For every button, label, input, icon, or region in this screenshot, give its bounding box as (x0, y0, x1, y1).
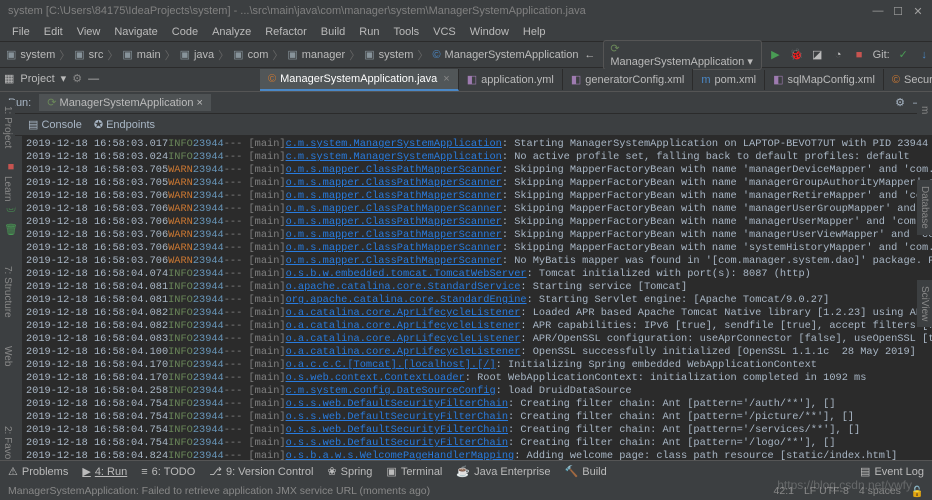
bottom-todo[interactable]: ≡ 6: TODO (141, 466, 195, 478)
menu-refactor[interactable]: Refactor (259, 24, 313, 40)
menu-file[interactable]: File (6, 24, 36, 40)
console-tab[interactable]: Console (41, 119, 81, 131)
bottom-vcs[interactable]: ⎇ 9: Version Control (209, 465, 313, 478)
side-structure[interactable]: 7: Structure (0, 260, 15, 324)
close-tab-icon[interactable]: × (443, 73, 449, 85)
tab-application-yml[interactable]: ◧application.yml (459, 69, 563, 90)
side-maven[interactable]: m (917, 100, 932, 120)
coverage-icon[interactable]: ◪ (810, 47, 825, 63)
bottom-run[interactable]: ▶ 4: Run (82, 465, 127, 478)
console-area: ↻ ■ ⤓ ⎙ 🗑 2019-12-18 16:58:03.017 INFO 2… (0, 136, 932, 466)
menu-run[interactable]: Run (353, 24, 385, 40)
git-commit-icon[interactable]: ✓ (896, 47, 911, 63)
menu-navigate[interactable]: Navigate (108, 24, 163, 40)
bottom-problems[interactable]: ⚠ Problems (8, 465, 68, 478)
folder-icon: ▣ (6, 48, 16, 61)
tab-manager-app[interactable]: ©ManagerSystemApplication.java× (260, 69, 459, 91)
bottom-build[interactable]: 🔨 Build (565, 465, 607, 478)
menu-tools[interactable]: Tools (387, 24, 425, 40)
tab-pom[interactable]: mpom.xml (693, 70, 765, 90)
git-pull-icon[interactable]: ↓ (917, 47, 932, 63)
gear-icon[interactable]: ⚙ (895, 96, 905, 109)
menu-window[interactable]: Window (464, 24, 515, 40)
side-database[interactable]: Database (917, 180, 932, 235)
menu-analyze[interactable]: Analyze (206, 24, 257, 40)
menu-vcs[interactable]: VCS (427, 24, 462, 40)
project-tool-label[interactable]: ▦Project▾ ⚙ — (4, 72, 99, 85)
gear-icon[interactable]: ⚙ (72, 72, 82, 85)
git-label: Git: (873, 49, 890, 61)
side-project[interactable]: 1: Project (0, 100, 15, 154)
run-tool-header: Run: ⟳ ManagerSystemApplication × ⚙ — (0, 92, 932, 114)
profile-icon[interactable]: ◔ (831, 47, 846, 63)
side-sciview[interactable]: SciView (917, 280, 932, 327)
breadcrumb[interactable]: ▣ system〉 ▣src〉 ▣main〉 ▣java〉 ▣com〉 ▣man… (6, 47, 578, 63)
bottom-spring[interactable]: ❀ Spring (327, 465, 372, 478)
run-sub-tabs: ▤ Console ✪ Endpoints (0, 114, 932, 136)
maximize-icon[interactable]: ☐ (892, 5, 904, 17)
status-message: ManagerSystemApplication: Failed to retr… (8, 485, 430, 497)
bottom-terminal[interactable]: ▣ Terminal (386, 465, 442, 478)
editor-tabs: ©ManagerSystemApplication.java× ◧applica… (0, 68, 932, 92)
tab-security[interactable]: ©SecurityConfig.java (884, 70, 932, 90)
side-learn[interactable]: Learn (0, 170, 15, 208)
close-tab-icon[interactable]: × (197, 97, 203, 109)
hide-icon[interactable]: — (88, 73, 99, 85)
tab-generator-config[interactable]: ◧generatorConfig.xml (563, 69, 693, 90)
tab-sqlmap[interactable]: ◧sqlMapConfig.xml (765, 69, 884, 90)
bottom-eventlog[interactable]: ▤ Event Log (860, 465, 924, 478)
bottom-javaee[interactable]: ☕ Java Enterprise (456, 465, 550, 478)
menu-help[interactable]: Help (517, 24, 552, 40)
run-tab[interactable]: ⟳ ManagerSystemApplication × (39, 94, 211, 111)
menu-edit[interactable]: Edit (38, 24, 69, 40)
window-title: system [C:\Users\84175\IdeaProjects\syst… (8, 5, 872, 17)
title-bar: system [C:\Users\84175\IdeaProjects\syst… (0, 0, 932, 22)
watermark: https://blog.csdn.net/ywfy (777, 478, 912, 492)
close-icon[interactable]: ✕ (912, 5, 924, 17)
run-config-selector[interactable]: ⟳ ManagerSystemApplication ▾ (603, 40, 762, 70)
menu-code[interactable]: Code (166, 24, 204, 40)
minimize-icon[interactable]: — (872, 5, 884, 17)
run-icon[interactable]: ▶ (768, 47, 783, 63)
endpoints-tab[interactable]: Endpoints (106, 119, 155, 131)
menu-view[interactable]: View (71, 24, 107, 40)
debug-icon[interactable]: 🐞 (789, 47, 804, 63)
nav-bar: ▣ system〉 ▣src〉 ▣main〉 ▣java〉 ▣com〉 ▣man… (0, 42, 932, 68)
stop-icon[interactable]: ■ (852, 47, 867, 63)
back-icon[interactable]: ← (582, 47, 597, 63)
lock-icon[interactable]: 🔓 (911, 485, 924, 498)
delete-icon[interactable]: 🗑 (4, 223, 18, 236)
side-web[interactable]: Web (0, 340, 15, 372)
menu-build[interactable]: Build (315, 24, 351, 40)
console-output[interactable]: 2019-12-18 16:58:03.017 INFO 23944 --- [… (22, 136, 932, 466)
